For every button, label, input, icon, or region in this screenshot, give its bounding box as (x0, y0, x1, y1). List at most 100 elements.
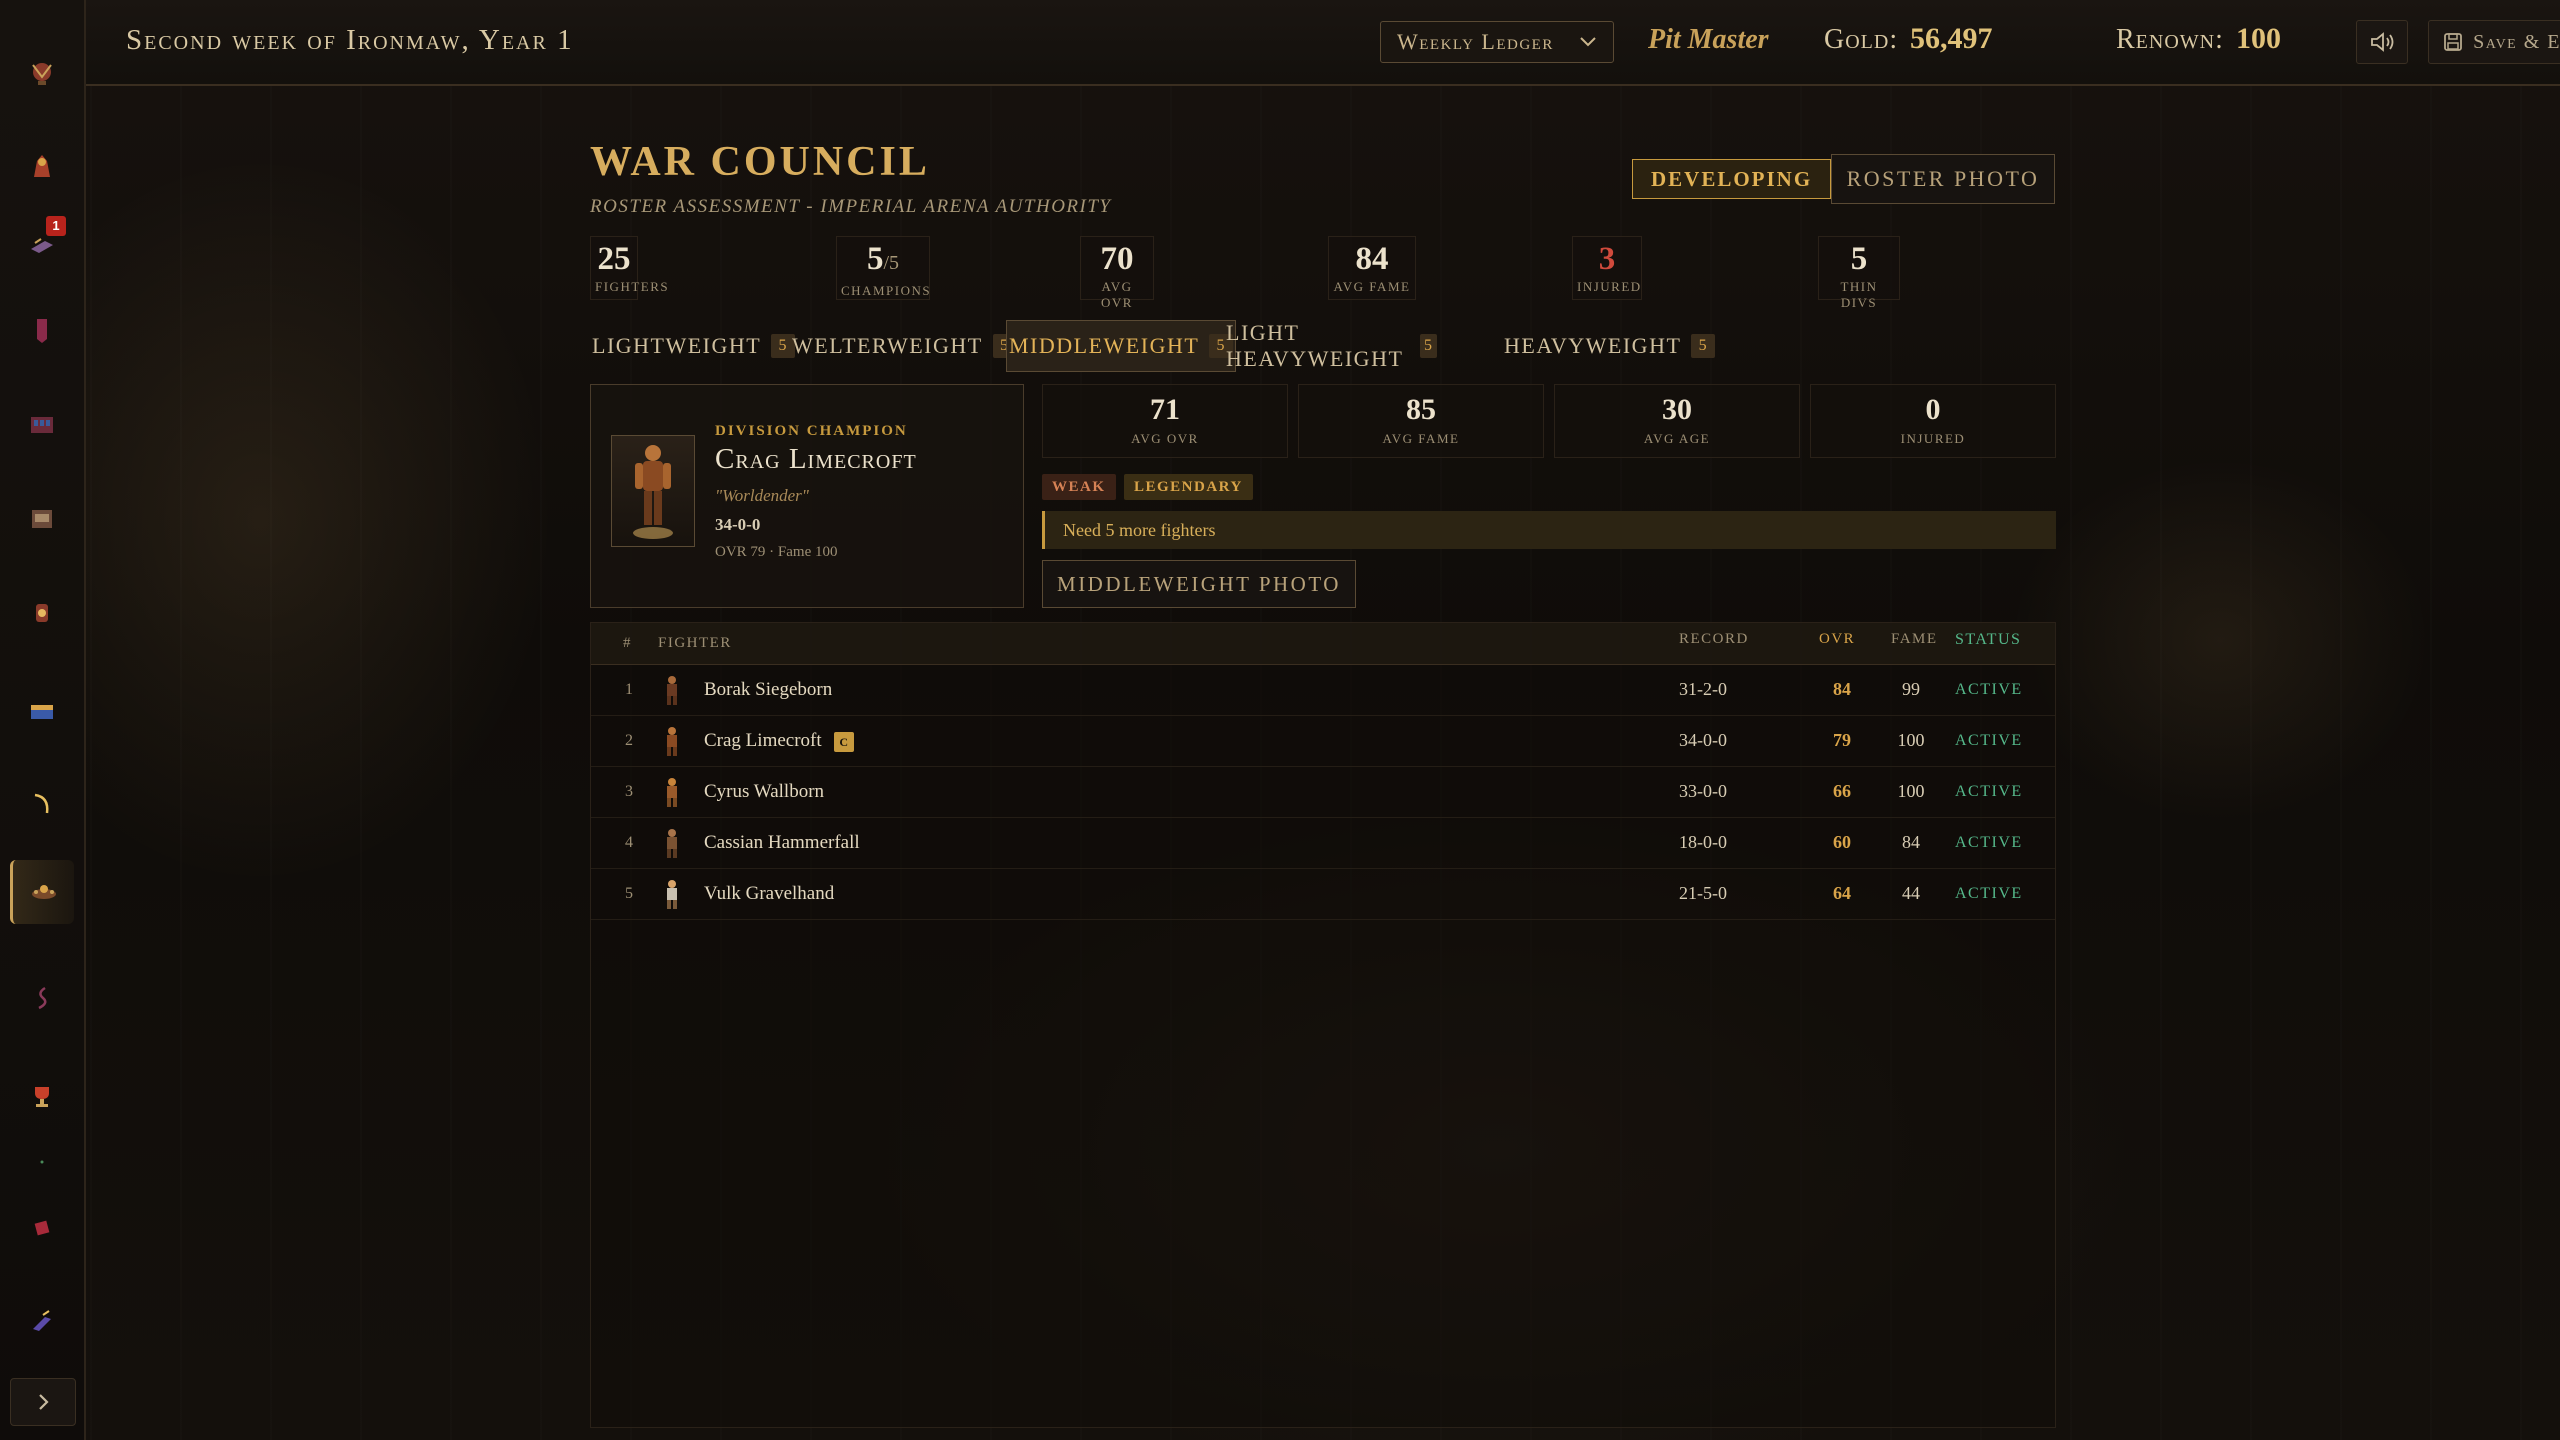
treasury-icon (32, 510, 52, 528)
fighter-name[interactable]: Cyrus Wallborn (704, 781, 824, 803)
champion-meta: OVR 79 · Fame 100 (715, 544, 838, 560)
column-fame[interactable]: Fame (1891, 631, 1938, 648)
sidebar-item-messages[interactable]: 1 (10, 212, 74, 276)
chest-icon (31, 705, 53, 719)
division-avg-ovr-label: Avg OVR (1131, 431, 1199, 446)
tab-middleweight[interactable]: Middleweight 5 (1006, 320, 1237, 372)
fighter-name[interactable]: Crag Limecroft C (704, 730, 854, 752)
topbar: Second week of Ironmaw, Year 1 Weekly Le… (86, 0, 2560, 86)
fighter-avatar-icon (667, 778, 677, 807)
tab-label: Heavyweight (1504, 333, 1682, 358)
fighter-avatar-icon (667, 880, 677, 909)
sidebar-item-dot[interactable] (10, 1130, 74, 1194)
ledger-select[interactable]: Weekly Ledger (1380, 21, 1614, 63)
sidebar-expand-button[interactable] (10, 1378, 76, 1426)
stat-injured-label: Injured (1577, 279, 1642, 294)
fighter-record: 21-5-0 (1679, 883, 1727, 903)
sidebar-item-trophy[interactable] (10, 1064, 74, 1128)
ledger-select-value: Weekly Ledger (1397, 29, 1554, 54)
fighter-status: Active (1955, 783, 2023, 800)
division-avg-age-label: Avg Age (1643, 431, 1711, 446)
column-fighter[interactable]: Fighter (658, 635, 732, 652)
warlord-icon (34, 155, 50, 177)
stat-champions-value: 5/5 (866, 241, 900, 277)
column-status[interactable]: Status (1955, 631, 2021, 649)
column-record[interactable]: Record (1679, 631, 1749, 648)
division-avg-ovr-value: 71 (1150, 393, 1180, 426)
fighter-figure-icon (633, 445, 673, 539)
scythe-icon (34, 793, 49, 814)
lantern-icon (36, 604, 48, 622)
sidebar-item-warlord[interactable] (10, 134, 74, 198)
table-row[interactable]: 3 Cyrus Wallborn 33-0-0 66 100 Active (591, 767, 2055, 818)
fighter-name[interactable]: Vulk Gravelhand (704, 883, 834, 905)
sidebar-item-chest[interactable] (10, 678, 74, 742)
trophy-icon (35, 1087, 49, 1107)
row-index: 2 (625, 732, 633, 749)
speaker-icon (2371, 32, 2394, 52)
sidebar-item-lantern[interactable] (10, 580, 74, 644)
save-exit-button[interactable]: Save & Exit (2428, 20, 2560, 64)
renown-value: 100 (2236, 22, 2281, 55)
fighter-record: 33-0-0 (1679, 781, 1727, 801)
tab-light-heavyweight[interactable]: Light Heavyweight 5 (1224, 320, 1439, 372)
table-row[interactable]: 5 Vulk Gravelhand 21-5-0 64 44 Active (591, 869, 2055, 920)
chevron-right-icon (39, 1394, 49, 1410)
table-row[interactable]: 4 Cassian Hammerfall 18-0-0 60 84 Active (591, 818, 2055, 869)
war-council-icon (31, 885, 56, 899)
tab-welterweight[interactable]: Welterweight 5 (790, 320, 1019, 372)
serpent-icon (38, 986, 47, 1010)
division-avg-fame-value: 85 (1406, 393, 1436, 426)
tab-label: Light Heavyweight (1226, 320, 1404, 371)
division-champion-card[interactable]: Division Champion Crag Limecroft "Worlde… (590, 384, 1024, 608)
sound-toggle-button[interactable] (2356, 20, 2408, 64)
dot-icon (40, 1160, 44, 1164)
sidebar-item-arena[interactable] (10, 392, 74, 456)
middleweight-photo-button[interactable]: MIDDLEWEIGHT PHOTO (1042, 560, 1356, 608)
sidebar-item-scythe[interactable] (10, 772, 74, 836)
column-ovr[interactable]: OVR (1819, 631, 1855, 648)
tab-count: 5 (1420, 334, 1438, 358)
stat-champions: 5/5 Champions (836, 236, 930, 300)
fighter-ovr: 64 (1833, 883, 1851, 903)
stat-champions-label: Champions (841, 283, 932, 298)
sidebar-item-serpent[interactable] (10, 966, 74, 1030)
table-row[interactable]: 2 Crag Limecroft C 34-0-0 79 100 Active (591, 716, 2055, 767)
sidebar: 1 (0, 0, 86, 1440)
division-stats: 71 Avg OVR 85 Avg Fame 30 Avg Age 0 Inju… (1042, 384, 2056, 458)
sidebar-item-war-council[interactable] (10, 860, 74, 924)
row-index: 3 (625, 783, 633, 800)
champion-label: Division Champion (715, 423, 908, 439)
fighter-fame: 100 (1897, 730, 1925, 750)
fighter-avatar-icon (667, 727, 677, 756)
table-row[interactable]: 1 Borak Siegeborn 31-2-0 84 99 Active (591, 665, 2055, 716)
stat-thin-divs-value: 5 (1850, 241, 1868, 277)
stat-fighters-label: Fighters (595, 279, 670, 294)
renown-label: Renown: (2116, 24, 2224, 55)
fighter-status: Active (1955, 732, 2023, 749)
fighter-name[interactable]: Cassian Hammerfall (704, 832, 860, 854)
sidebar-item-forge[interactable] (10, 1290, 74, 1354)
tab-heavyweight[interactable]: Heavyweight 5 (1502, 320, 1717, 372)
sidebar-item-crest[interactable] (10, 42, 74, 106)
roster-photo-button[interactable]: ROSTER PHOTO (1831, 154, 2055, 204)
fighters-table: # Fighter Record OVR Fame Status 1 Borak… (590, 622, 2056, 1428)
roster-warning: Need 5 more fighters (1042, 511, 2056, 549)
sidebar-item-treasury[interactable] (10, 486, 74, 550)
skull-crest-icon (32, 63, 52, 85)
division-injured-label: Injured (1900, 431, 1966, 446)
division-injured: 0 Injured (1810, 384, 2056, 458)
sidebar-item-banner[interactable] (10, 298, 74, 362)
fighter-name[interactable]: Borak Siegeborn (704, 679, 832, 701)
division-avg-age: 30 Avg Age (1554, 384, 1800, 458)
fighter-ovr: 66 (1833, 781, 1851, 801)
fighter-avatar-icon (667, 676, 677, 705)
role-title: Pit Master (1648, 24, 1769, 55)
fighter-ovr: 60 (1833, 832, 1851, 852)
sidebar-item-tome[interactable] (10, 1196, 74, 1260)
tab-label: Middleweight (1009, 333, 1200, 358)
tab-lightweight[interactable]: Lightweight 5 (590, 320, 797, 372)
stat-injured: 3 Injured (1572, 236, 1642, 300)
stat-avg-ovr-value: 70 (1100, 241, 1134, 277)
stat-thin-divs: 5 Thin Divs (1818, 236, 1900, 310)
